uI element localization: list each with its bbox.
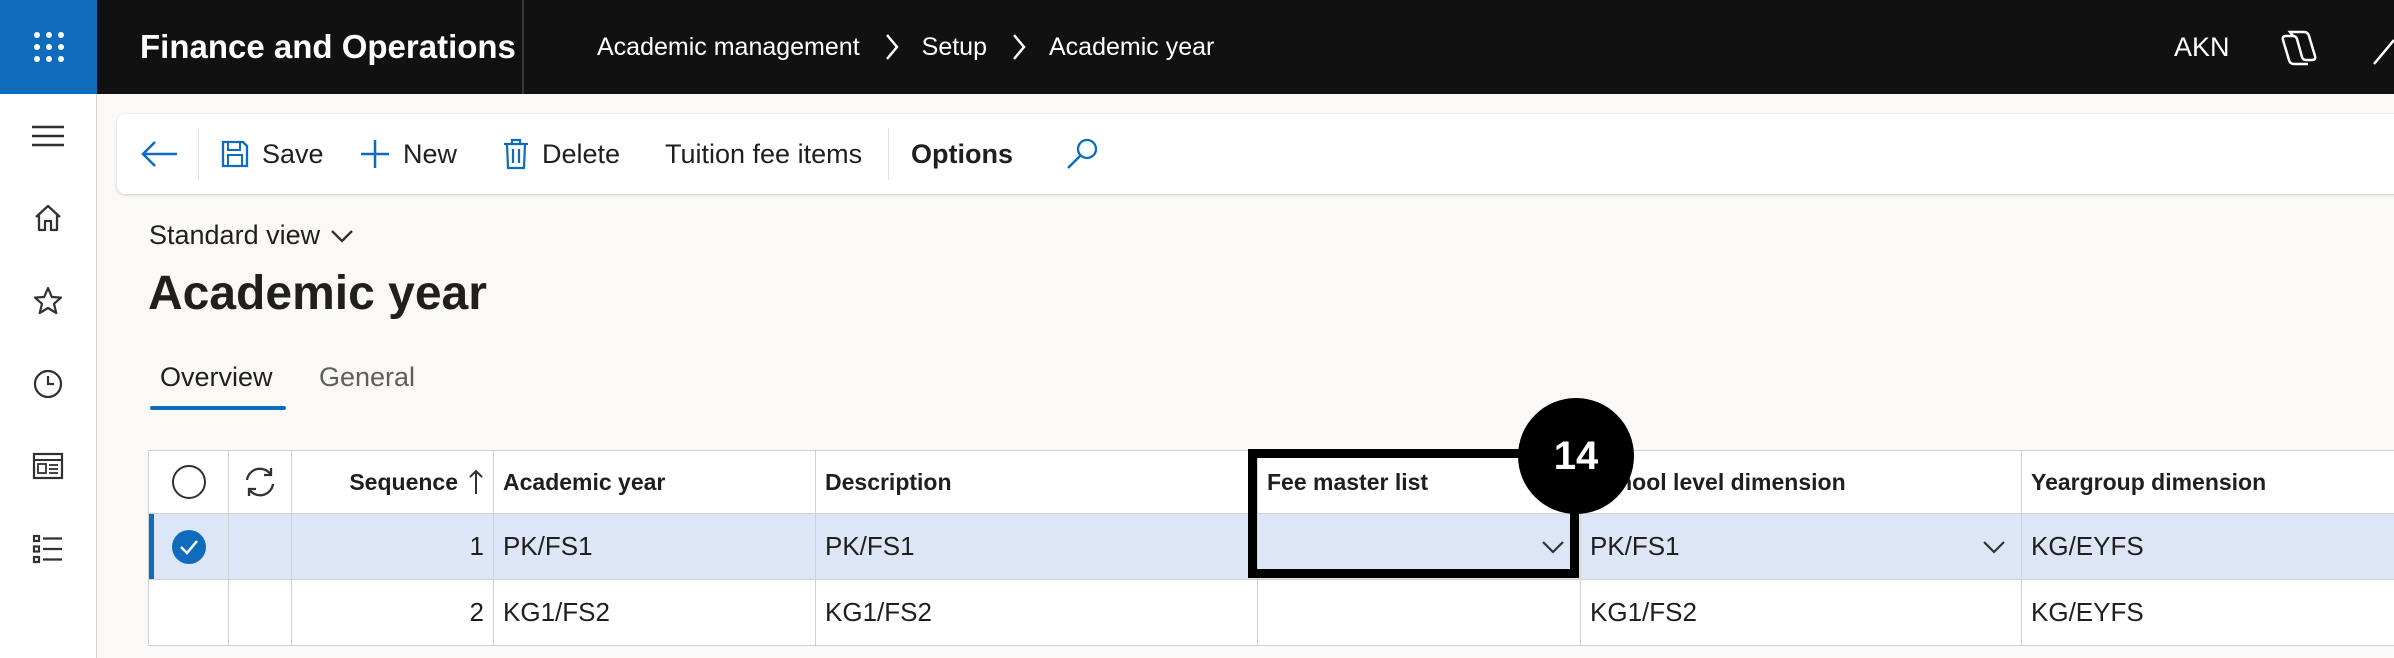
separator <box>888 128 889 180</box>
delete-button[interactable]: Delete <box>502 114 620 194</box>
cell-school-level-dimension[interactable]: KG1/FS2 <box>1580 580 2021 645</box>
view-selector[interactable]: Standard view <box>149 220 354 251</box>
app-launcher-button[interactable] <box>0 0 97 94</box>
workspace-icon[interactable] <box>28 446 68 486</box>
breadcrumb-item-academic-management[interactable]: Academic management <box>597 33 860 62</box>
column-header-sequence[interactable]: Sequence <box>291 451 493 513</box>
copilot-icon[interactable] <box>2278 28 2320 73</box>
column-header-academic-year[interactable]: Academic year <box>493 451 815 513</box>
row-checkbox[interactable] <box>148 514 228 579</box>
chevron-down-icon <box>331 229 353 243</box>
clock-icon[interactable] <box>28 364 68 404</box>
tab-general[interactable]: General <box>319 362 415 393</box>
cell-sequence[interactable]: 1 <box>291 514 493 579</box>
active-tab-indicator <box>150 406 286 410</box>
view-selector-label: Standard view <box>149 220 321 250</box>
trash-icon <box>504 138 528 170</box>
tuition-fee-items-button[interactable]: Tuition fee items <box>665 114 862 194</box>
search-icon <box>1067 138 1098 169</box>
cell-yeargroup-dimension[interactable]: KG/EYFS <box>2021 514 2394 579</box>
title-divider <box>522 0 524 94</box>
column-header-sequence-label: Sequence <box>349 468 458 495</box>
save-button-label: Save <box>262 138 324 169</box>
waffle-icon <box>33 32 64 62</box>
separator <box>198 128 199 180</box>
cell-description[interactable]: KG1/FS2 <box>815 580 1257 645</box>
save-icon <box>221 140 249 168</box>
cell-school-level-dimension: PK/FS1 <box>1590 531 1680 561</box>
refresh-icon <box>245 467 275 497</box>
cell-description[interactable]: PK/FS1 <box>815 514 1257 579</box>
school-level-dimension-dropdown[interactable]: PK/FS1 <box>1580 514 2021 579</box>
row-spacer-cell <box>228 514 291 579</box>
tab-overview[interactable]: Overview <box>160 362 273 393</box>
tuition-fee-items-label: Tuition fee items <box>665 138 863 169</box>
search-button[interactable] <box>1065 114 1111 194</box>
cell-academic-year[interactable]: PK/FS1 <box>493 514 815 579</box>
circle-checkbox-icon <box>171 465 206 499</box>
plus-icon <box>361 140 389 168</box>
select-all-checkbox[interactable] <box>148 451 228 513</box>
cell-yeargroup-dimension[interactable]: KG/EYFS <box>2021 580 2394 645</box>
hamburger-icon[interactable] <box>28 116 68 156</box>
row-checkbox[interactable] <box>148 580 228 645</box>
column-header-description[interactable]: Description <box>815 451 1257 513</box>
home-icon[interactable] <box>28 198 68 238</box>
chevron-right-icon <box>884 32 900 62</box>
delete-button-label: Delete <box>542 138 621 169</box>
expand-icon[interactable] <box>2372 28 2394 73</box>
column-header-yeargroup-dimension[interactable]: Yeargroup dimension <box>2021 451 2394 513</box>
options-label: Options <box>911 138 1013 169</box>
sort-ascending-icon <box>469 469 483 494</box>
left-navigation <box>0 94 97 658</box>
options-button[interactable]: Options <box>911 114 1013 194</box>
row-spacer-cell <box>228 580 291 645</box>
page-title: Academic year <box>148 267 487 320</box>
action-pane: Save New Delete Tuition fee items Option… <box>117 114 2394 194</box>
top-bar: Finance and Operations Academic manageme… <box>0 0 2394 94</box>
app-title[interactable]: Finance and Operations <box>140 0 516 94</box>
back-button[interactable] <box>141 114 191 194</box>
breadcrumb: Academic management Setup Academic year <box>597 0 1214 94</box>
back-arrow-icon <box>141 141 177 167</box>
cell-fee-master-list[interactable] <box>1257 580 1580 645</box>
star-icon[interactable] <box>28 281 68 321</box>
refresh-button[interactable] <box>228 451 291 513</box>
list-icon[interactable] <box>28 529 68 569</box>
company-picker[interactable]: AKN <box>2174 0 2230 94</box>
cell-sequence[interactable]: 2 <box>291 580 493 645</box>
cell-academic-year[interactable]: KG1/FS2 <box>493 580 815 645</box>
callout-number-badge: 14 <box>1518 398 1634 514</box>
new-button[interactable]: New <box>359 114 457 194</box>
breadcrumb-item-academic-year[interactable]: Academic year <box>1049 33 1214 62</box>
new-button-label: New <box>403 138 458 169</box>
check-circle-icon <box>171 529 206 564</box>
breadcrumb-item-setup[interactable]: Setup <box>922 33 987 62</box>
column-header-school-level-dimension[interactable]: School level dimension <box>1580 451 2021 513</box>
chevron-right-icon <box>1011 32 1027 62</box>
table-row[interactable]: 2 KG1/FS2 KG1/FS2 KG1/FS2 KG/EYFS <box>148 580 2394 646</box>
chevron-down-icon <box>1983 540 2005 554</box>
save-button[interactable]: Save <box>220 114 324 194</box>
